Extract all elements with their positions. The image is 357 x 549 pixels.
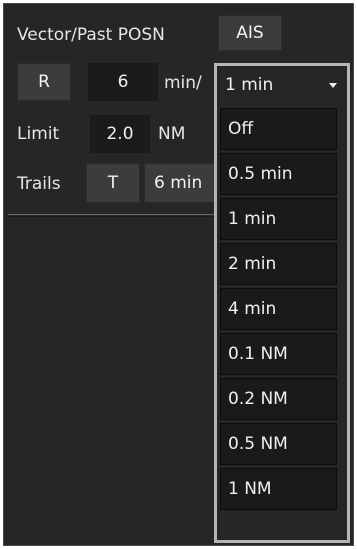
dropdown-option-1-nm[interactable]: 1 NM [220,468,337,510]
dropdown-option-2-min[interactable]: 2 min [220,243,337,285]
vector-mode-button[interactable]: R [17,63,71,101]
dropdown-option-1-min[interactable]: 1 min [220,198,337,240]
dropdown-options-list: Off 0.5 min 1 min 2 min 4 min 0.1 NM 0.2… [220,108,337,513]
trails-label: Trails [17,174,61,194]
vector-unit-label: min/ [164,73,202,93]
dropdown-option-0-5-min[interactable]: 0.5 min [220,153,337,195]
time-dropdown[interactable]: 1 min Off 0.5 min 1 min 2 min 4 min 0.1 … [214,63,350,543]
dropdown-selected-value[interactable]: 1 min [225,70,343,100]
dropdown-option-0-5-nm[interactable]: 0.5 NM [220,423,337,465]
dropdown-option-0-1-nm[interactable]: 0.1 NM [220,333,337,375]
dropdown-option-off[interactable]: Off [220,108,337,150]
dropdown-option-0-2-nm[interactable]: 0.2 NM [220,378,337,420]
trails-time-button[interactable]: 6 min [144,163,224,203]
limit-label: Limit [17,124,60,144]
limit-field[interactable]: 2.0 [90,115,150,153]
vector-time-field[interactable]: 6 [88,63,158,101]
dropdown-option-4-min[interactable]: 4 min [220,288,337,330]
limit-unit-label: NM [158,124,186,144]
ais-button[interactable]: AIS [218,15,282,51]
dropdown-selected-label: 1 min [225,75,274,95]
panel-title: Vector/Past POSN [17,25,165,45]
trails-mode-button[interactable]: T [86,163,140,203]
chevron-down-icon[interactable] [329,83,337,88]
